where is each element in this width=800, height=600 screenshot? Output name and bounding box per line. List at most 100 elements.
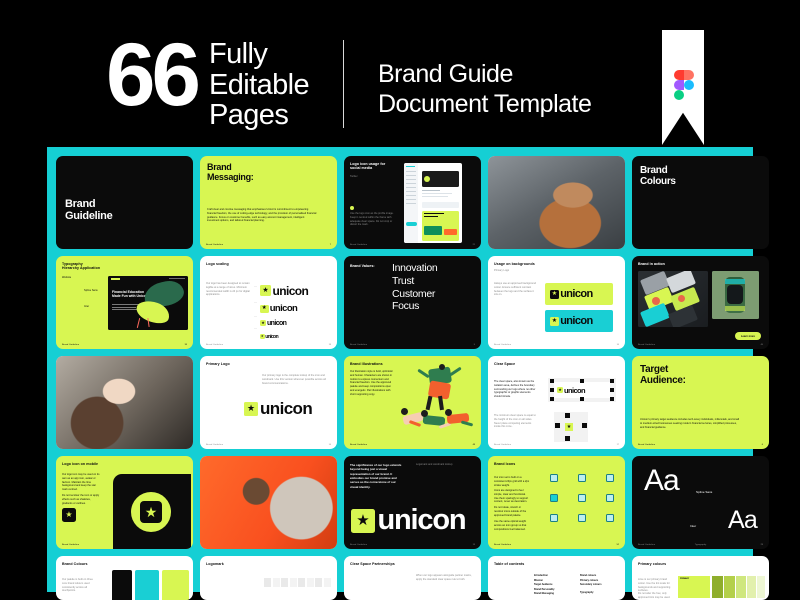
slide16-body: Our logo icon may be used on its own as … — [62, 473, 100, 491]
slide-brand-messaging[interactable]: Brand Messaging: Craft clear and concise… — [200, 156, 337, 249]
slide25-tint-1 — [712, 576, 723, 598]
slide8-values: Innovation Trust Customer Focus — [392, 262, 438, 313]
slide25-body: Lime is our primary brand colour. Use th… — [638, 578, 671, 593]
photo-woman-phone — [488, 156, 625, 249]
slide-brand-colours-cover[interactable]: Brand Colours — [632, 156, 769, 249]
user-icon — [606, 514, 614, 522]
slide-photo-woman-phone[interactable] — [488, 156, 625, 249]
slide6-footer: Brand Guideline — [62, 344, 80, 346]
slide25-swatch-primary: PRIMARY — [678, 576, 710, 598]
slide3-body: Use the logo icon as the profile image. … — [350, 212, 394, 227]
photo-woman-tablet — [56, 356, 193, 449]
slide6-label-b: Inter — [84, 305, 90, 308]
page-title-line1: Brand Guide — [378, 60, 513, 88]
slide16-footer: Brand Guideline — [62, 544, 80, 546]
slide7-footer: Brand Guideline — [206, 344, 224, 346]
slide3-title: Logo icon usage for social media — [350, 162, 386, 170]
slide2-body: Craft clear and concise messaging that e… — [207, 208, 317, 223]
slide-primary-colours[interactable]: Primary colours Lime is our primary bran… — [632, 556, 769, 600]
slide-logo-icon-mobile[interactable]: Logo icon on mobile Our logo icon may be… — [56, 456, 193, 549]
slide6-title-line1: Typography — [62, 262, 83, 266]
slide13-illustration — [399, 364, 477, 442]
slide-photo-woman-tablet[interactable] — [56, 356, 193, 449]
slide-photo-man-disco[interactable] — [200, 456, 337, 549]
slide3-accent-dot — [350, 206, 354, 210]
slide-clear-space[interactable]: Clear Space The clear space, also known … — [488, 356, 625, 449]
slide-logo-social-media[interactable]: Logo icon usage for social media Twitter… — [344, 156, 481, 249]
slide8-value-1: Innovation — [392, 262, 438, 274]
slide15-body: Unicon's primary target audience include… — [640, 418, 740, 429]
slide13-title: Brand Illustrations — [350, 362, 383, 366]
slide20-footer: Brand Guideline — [638, 544, 656, 546]
slide7-body: Our logo has been designed to remain leg… — [206, 282, 250, 297]
slide-brand-values[interactable]: Brand Values: Innovation Trust Customer … — [344, 256, 481, 349]
slide-logo-significance[interactable]: The significance of our logo extends bey… — [344, 456, 481, 549]
slide2-footer: Brand Guideline — [206, 244, 224, 246]
slide19-title: Brand Icons — [494, 462, 516, 466]
slide-typography-hierarchy[interactable]: Typography Hierarchy Application Website… — [56, 256, 193, 349]
slide6-label-a: Spline Sans — [84, 289, 98, 292]
slide10-learn-more-button[interactable]: Learn more — [734, 332, 761, 340]
slide-logomark[interactable]: Logomark — [200, 556, 337, 600]
slide20-font-a: Spline Sans — [696, 490, 713, 494]
toc-item[interactable]: Secondary colours — [580, 583, 602, 588]
slide12-body: Our primary logo is the complete lockup … — [262, 374, 326, 385]
figma-ribbon-badge — [662, 30, 704, 145]
slide25-chip-label: PRIMARY — [680, 578, 690, 580]
slide-brand-illustrations[interactable]: Brand Illustrations Our illustration sty… — [344, 356, 481, 449]
slide18-logo-lockup: ★ unicon — [351, 504, 467, 537]
slide-brand-in-action[interactable]: Brand in action Learn more Brand Guideli… — [632, 256, 769, 349]
slide16-app-icon-small: ★ — [62, 508, 76, 522]
slide10-title: Brand in action — [638, 262, 665, 266]
swatch-lime — [162, 570, 189, 600]
slide15-page: 6 — [761, 444, 763, 446]
slide24-toc-column-2: Brand colours Primary colours Secondary … — [580, 574, 602, 595]
slide25-title: Primary colours — [638, 562, 667, 566]
slide-logo-scaling[interactable]: Logo scaling Our logo has been designed … — [200, 256, 337, 349]
slide16-body-2: Do not recolour the icon or apply effect… — [62, 494, 100, 505]
slide3-subtitle: Twitter — [350, 175, 358, 178]
slide-brand-guideline[interactable]: Brand Guideline — [56, 156, 193, 249]
slide22-title: Logomark — [206, 562, 224, 566]
toc-item[interactable]: Typography — [580, 591, 602, 596]
slide18-footer: Brand Guideline — [350, 544, 368, 546]
slide18-page: 13 — [472, 544, 475, 546]
slide13-footer: Brand Guideline — [350, 444, 368, 446]
slide20-font-b: Inter — [690, 524, 697, 528]
slide10-photo-watch — [712, 271, 759, 319]
slide-primary-logo[interactable]: Primary Logo Our primary logo is the com… — [200, 356, 337, 449]
slide12-page: 14 — [328, 444, 331, 446]
slide9-footer: Brand Guideline — [494, 344, 512, 346]
slide20-aa-small: Aa — [728, 506, 758, 534]
slide-brand-colours[interactable]: Brand Colours Our palette is built on th… — [56, 556, 193, 600]
slide13-body: Our illustration style is bold, optimist… — [350, 370, 393, 396]
header-subtitle: Fully Editable Pages — [209, 36, 310, 131]
slide3-footer: Brand Guideline — [350, 244, 368, 246]
slide6-website-mockup: Financial Education Made Fun with Unicon — [108, 276, 188, 330]
slide18-body: The significance of our logo extends bey… — [350, 463, 402, 489]
slide8-footer: Brand Guideline — [350, 344, 368, 346]
slide-usage-on-backgrounds[interactable]: Usage on backgrounds Primary Logo Always… — [488, 256, 625, 349]
slide25-tint-4 — [747, 576, 756, 598]
card-icon — [606, 494, 614, 502]
slide3-page: 21 — [472, 244, 475, 246]
slide-brand-icons[interactable]: Brand Icons Our icon set is built on a c… — [488, 456, 625, 549]
slide-target-audience[interactable]: Target Audience: Unicon's primary target… — [632, 356, 769, 449]
slide14-body-2: The minimum clear space is equal to the … — [494, 414, 536, 429]
slide12-footer: Brand Guideline — [206, 444, 224, 446]
slide1-title-line2: Guideline — [65, 210, 113, 223]
slide-table-of-contents[interactable]: Table of contents Introduction Mission T… — [488, 556, 625, 600]
slide-row-3: Primary Logo Our primary logo is the com… — [56, 356, 769, 449]
slide-typography-specimen[interactable]: Aa Spline Sans Inter Aa Brand Guideline … — [632, 456, 769, 549]
swatch-teal — [135, 570, 159, 600]
slide-clear-space-partnerships[interactable]: Clear Space Partnerships When our logo a… — [344, 556, 481, 600]
header-content: 66 Fully Editable Pages Brand Guide Docu… — [106, 30, 592, 131]
slide15-title-line2: Audience: — [640, 375, 686, 386]
slide8-value-2: Trust — [392, 274, 415, 287]
slide10-page: 45 — [760, 344, 763, 346]
toc-item[interactable]: Brand Messaging — [534, 592, 554, 597]
slide9-page: 16 — [616, 344, 619, 346]
slide9-logo-on-lime: ★ unicon — [545, 283, 613, 305]
slide15-title-line1: Target — [640, 364, 669, 375]
header-line-editable: Editable — [209, 68, 310, 101]
